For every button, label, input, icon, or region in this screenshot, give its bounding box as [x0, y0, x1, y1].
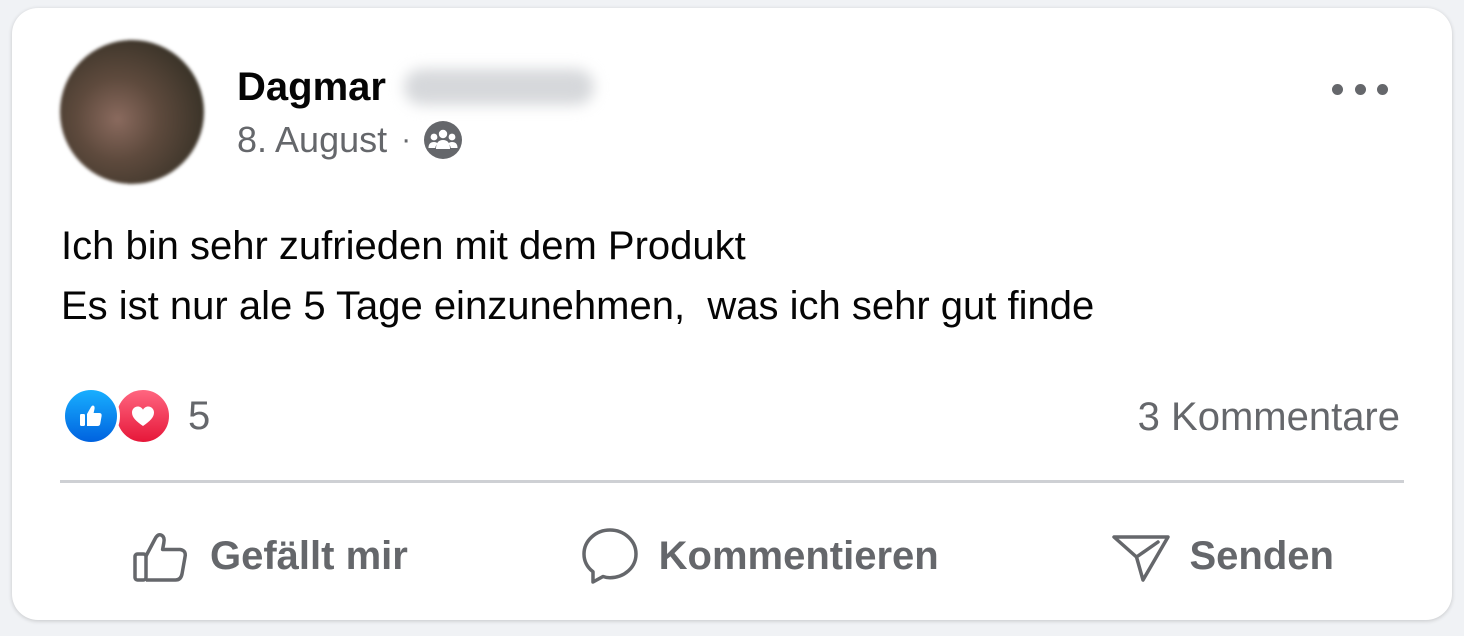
author-row: Dagmar [237, 62, 594, 112]
group-audience-icon[interactable] [423, 120, 463, 160]
like-button[interactable]: Gefällt mir [60, 516, 478, 596]
like-button-label: Gefällt mir [210, 533, 408, 578]
post-body-line: Es ist nur ale 5 Tage einzunehmen, was i… [61, 284, 1095, 328]
comment-button[interactable]: Kommentieren [509, 516, 1009, 596]
post-body-line: Ich bin sehr zufrieden mit dem Produkt [61, 224, 746, 268]
author-name[interactable]: Dagmar [237, 62, 386, 112]
more-dot-icon [1354, 83, 1366, 95]
comment-bubble-icon [581, 528, 638, 584]
post-body: Ich bin sehr zufrieden mit dem Produkt E… [61, 216, 1401, 336]
comment-button-label: Kommentieren [658, 533, 939, 578]
reaction-count: 5 [188, 393, 211, 438]
more-dot-icon [1332, 83, 1343, 95]
comments-count-link[interactable]: 3 Kommentare [1138, 392, 1400, 442]
love-reaction-icon [114, 387, 172, 445]
send-button[interactable]: Senden [1040, 516, 1404, 596]
post-card: Dagmar 8. August · Ich bin sehr zufriede… [12, 8, 1452, 620]
reactions-summary[interactable]: 5 [62, 386, 210, 446]
send-icon [1111, 535, 1170, 582]
meta-separator: · [401, 123, 412, 156]
action-bar: Gefällt mir Kommentieren Senden [60, 508, 1404, 604]
post-meta: 8. August · [237, 118, 463, 162]
more-dot-icon [1377, 83, 1388, 95]
send-button-label: Senden [1189, 533, 1334, 578]
thumbs-up-icon [133, 533, 187, 582]
avatar[interactable] [60, 40, 204, 184]
more-options-button[interactable] [1332, 74, 1388, 104]
post-date[interactable]: 8. August [237, 119, 387, 161]
like-reaction-icon [62, 387, 120, 445]
divider [60, 480, 1404, 483]
blurred-surname [403, 69, 594, 105]
